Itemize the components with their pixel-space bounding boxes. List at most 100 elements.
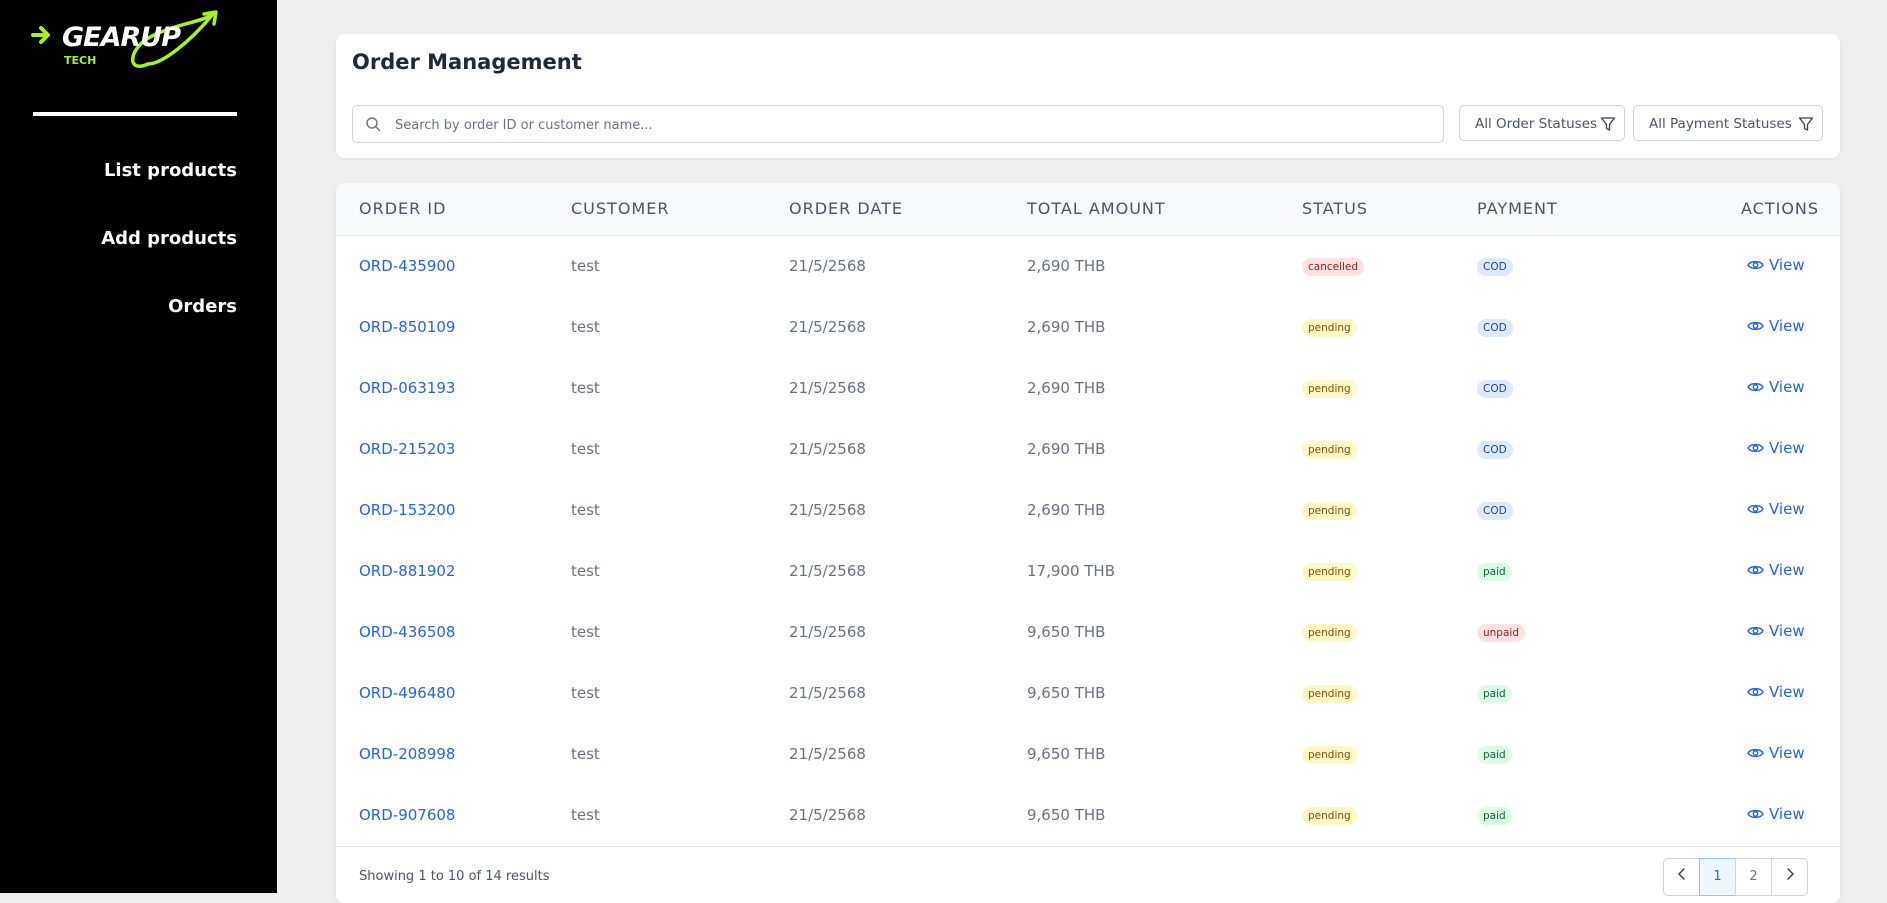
customer-cell: test — [571, 440, 600, 458]
customer-cell: test — [571, 318, 600, 336]
total-amount-cell: 9,650 THB — [1027, 806, 1106, 824]
search-icon — [366, 117, 381, 132]
eye-icon — [1747, 260, 1764, 270]
sidebar-item-list-products[interactable]: List products — [101, 156, 237, 224]
table-row: ORD-208998 test 21/5/2568 9,650 THB pending p… — [336, 724, 1840, 786]
customer-cell: test — [571, 379, 600, 397]
eye-icon — [1747, 809, 1764, 819]
view-label: View — [1769, 439, 1805, 457]
filter-icon — [1798, 117, 1814, 131]
payment-status-filter[interactable]: All Payment Statuses — [1633, 105, 1823, 141]
order-id-link[interactable]: ORD-436508 — [359, 623, 455, 641]
payment-badge: unpaid — [1477, 624, 1525, 642]
chevron-right-icon — [1786, 868, 1794, 880]
customer-cell: test — [571, 745, 600, 763]
customer-cell: test — [571, 501, 600, 519]
next-page-button[interactable] — [1771, 858, 1808, 896]
eye-icon — [1747, 504, 1764, 514]
status-badge: pending — [1302, 685, 1357, 703]
order-id-link[interactable]: ORD-435900 — [359, 257, 455, 275]
order-date-cell: 21/5/2568 — [789, 440, 866, 458]
brand-logo[interactable]: GEARUP TECH — [30, 8, 245, 78]
payment-badge: COD — [1477, 380, 1513, 398]
orders-table: ORDER ID CUSTOMER ORDER DATE TOTAL AMOUN… — [336, 183, 1840, 903]
customer-cell: test — [571, 684, 600, 702]
total-amount-cell: 2,690 THB — [1027, 318, 1106, 336]
order-date-cell: 21/5/2568 — [789, 562, 866, 580]
column-header-customer: CUSTOMER — [571, 199, 670, 218]
total-amount-cell: 2,690 THB — [1027, 440, 1106, 458]
header-card: Order Management All Order Statuses All … — [336, 34, 1840, 158]
total-amount-cell: 2,690 THB — [1027, 501, 1106, 519]
payment-status-filter-label: All Payment Statuses — [1649, 116, 1792, 132]
total-amount-cell: 2,690 THB — [1027, 379, 1106, 397]
brand-sub: TECH — [64, 54, 97, 67]
chevron-left-icon — [1677, 868, 1685, 880]
column-header-payment: PAYMENT — [1477, 199, 1558, 218]
order-date-cell: 21/5/2568 — [789, 623, 866, 641]
order-id-link[interactable]: ORD-063193 — [359, 379, 455, 397]
table-row: ORD-436508 test 21/5/2568 9,650 THB pending u… — [336, 602, 1840, 664]
status-badge: pending — [1302, 807, 1357, 825]
table-row: ORD-153200 test 21/5/2568 2,690 THB pending C… — [336, 480, 1840, 542]
view-label: View — [1769, 378, 1805, 396]
total-amount-cell: 17,900 THB — [1027, 562, 1115, 580]
column-header-order-date: ORDER DATE — [789, 199, 903, 218]
customer-cell: test — [571, 562, 600, 580]
order-id-link[interactable]: ORD-153200 — [359, 501, 455, 519]
page-button-1[interactable]: 1 — [1699, 858, 1736, 896]
search-input[interactable] — [393, 106, 1437, 144]
order-id-link[interactable]: ORD-907608 — [359, 806, 455, 824]
eye-icon — [1747, 382, 1764, 392]
customer-cell: test — [571, 257, 600, 275]
order-id-link[interactable]: ORD-881902 — [359, 562, 455, 580]
page-button-2[interactable]: 2 — [1735, 858, 1772, 896]
status-badge: pending — [1302, 624, 1357, 642]
sidebar-item-orders[interactable]: Orders — [101, 292, 237, 360]
view-label: View — [1769, 256, 1805, 274]
table-row: ORD-496480 test 21/5/2568 9,650 THB pending p… — [336, 663, 1840, 725]
sidebar-item-add-products[interactable]: Add products — [101, 224, 237, 292]
view-label: View — [1769, 683, 1805, 701]
prev-page-button[interactable] — [1663, 858, 1700, 896]
column-header-actions: ACTIONS — [1741, 199, 1820, 218]
total-amount-cell: 9,650 THB — [1027, 684, 1106, 702]
column-header-status: STATUS — [1302, 199, 1369, 218]
customer-cell: test — [571, 623, 600, 641]
order-id-link[interactable]: ORD-215203 — [359, 440, 455, 458]
order-date-cell: 21/5/2568 — [789, 379, 866, 397]
filter-icon — [1600, 117, 1616, 131]
table-row: ORD-850109 test 21/5/2568 2,690 THB pending C… — [336, 297, 1840, 359]
payment-badge: COD — [1477, 258, 1513, 276]
table-row: ORD-435900 test 21/5/2568 2,690 THB cancelle… — [336, 236, 1840, 298]
order-date-cell: 21/5/2568 — [789, 318, 866, 336]
order-id-link[interactable]: ORD-850109 — [359, 318, 455, 336]
view-label: View — [1769, 317, 1805, 335]
order-date-cell: 21/5/2568 — [789, 501, 866, 519]
table-row: ORD-907608 test 21/5/2568 9,650 THB pending p… — [336, 785, 1840, 847]
order-id-link[interactable]: ORD-208998 — [359, 745, 455, 763]
view-label: View — [1769, 744, 1805, 762]
order-status-filter[interactable]: All Order Statuses — [1459, 105, 1625, 141]
sidebar-nav: List products Add products Orders — [101, 156, 237, 360]
table-header: ORDER ID CUSTOMER ORDER DATE TOTAL AMOUN… — [336, 183, 1840, 236]
search-box — [352, 105, 1444, 144]
status-badge: pending — [1302, 746, 1357, 764]
column-header-order-id: ORDER ID — [359, 199, 447, 218]
total-amount-cell: 9,650 THB — [1027, 623, 1106, 641]
results-summary: Showing 1 to 10 of 14 results — [359, 869, 550, 884]
payment-badge: paid — [1477, 685, 1512, 703]
view-label: View — [1769, 500, 1805, 518]
eye-icon — [1747, 687, 1764, 697]
status-badge: pending — [1302, 380, 1357, 398]
status-badge: pending — [1302, 319, 1357, 337]
total-amount-cell: 2,690 THB — [1027, 257, 1106, 275]
view-label: View — [1769, 805, 1805, 823]
status-badge: pending — [1302, 441, 1357, 459]
payment-badge: COD — [1477, 502, 1513, 520]
sidebar: GEARUP TECH List products Add products O… — [0, 0, 277, 893]
order-id-link[interactable]: ORD-496480 — [359, 684, 455, 702]
view-label: View — [1769, 561, 1805, 579]
eye-icon — [1747, 748, 1764, 758]
table-row: ORD-881902 test 21/5/2568 17,900 THB pending… — [336, 541, 1840, 603]
